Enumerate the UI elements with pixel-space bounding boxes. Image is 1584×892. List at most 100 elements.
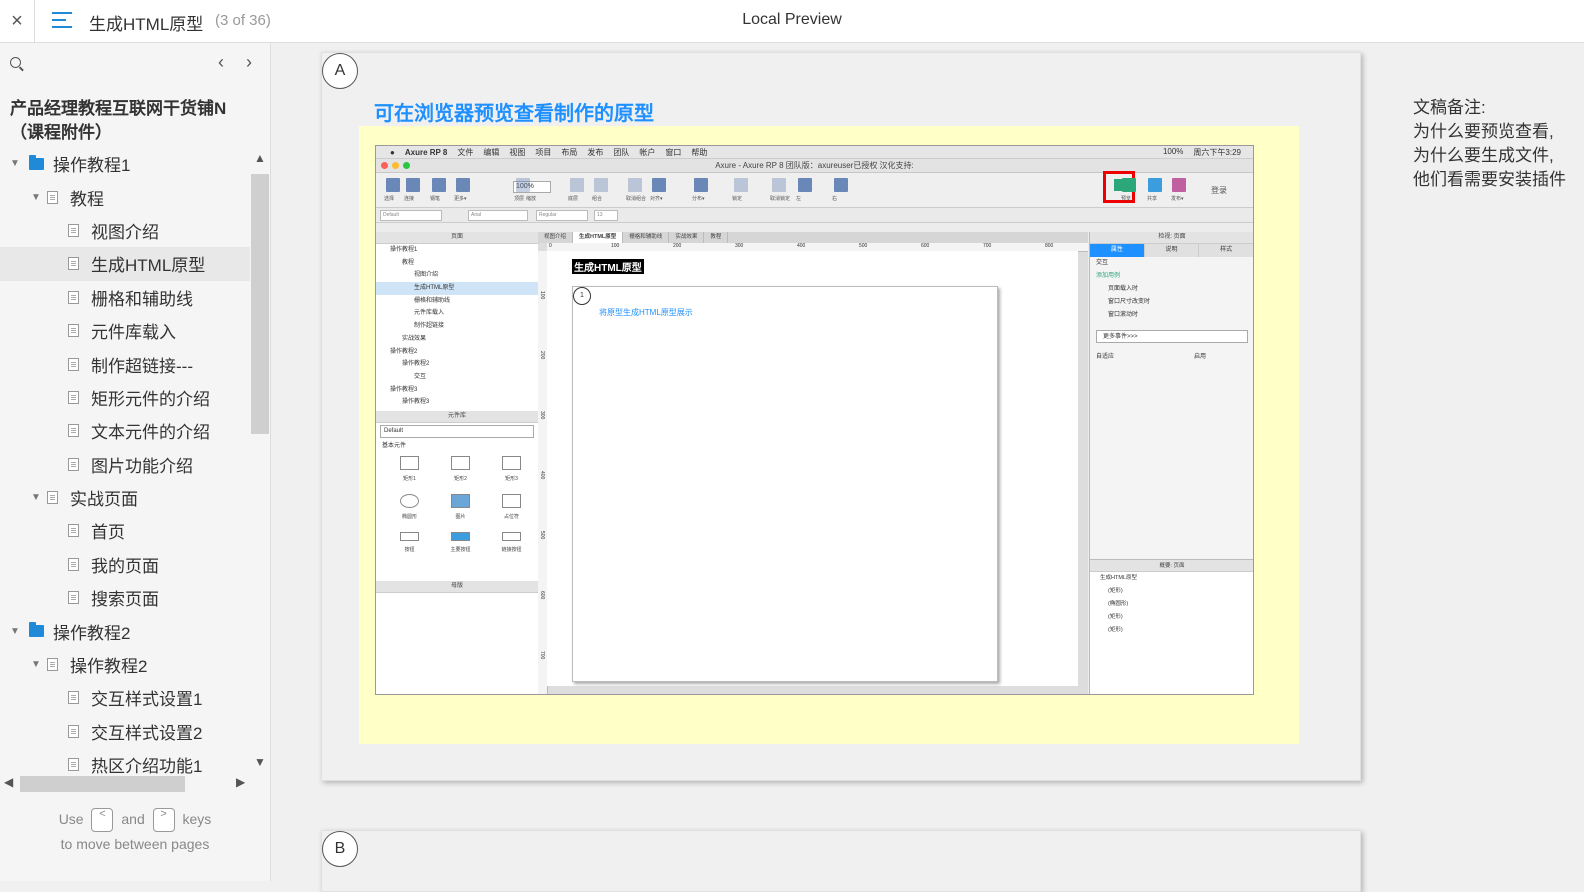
page-icon: [47, 658, 58, 672]
tree-item-label: 搜索页面: [91, 590, 159, 610]
component-icon: [451, 531, 470, 541]
hamburger-menu-icon[interactable]: [52, 12, 72, 30]
canvas-tab: 视图介绍: [538, 232, 574, 243]
tree-item[interactable]: 制作超链接---: [0, 347, 250, 380]
speaker-notes: 文稿备注: 为什么要预览查看, 为什么要生成文件, 他们看需要安装插件: [1413, 96, 1566, 192]
note-line: 为什么要生成文件,: [1413, 146, 1554, 165]
tree-item[interactable]: 文本元件的介绍: [0, 414, 250, 447]
format-field: Default: [380, 210, 442, 221]
library-panel-header: 元件库: [376, 410, 538, 423]
toolbar-tool-label: 对齐▾: [650, 196, 663, 202]
toolbar-tool-label: 取消锁定: [770, 196, 791, 202]
toolbar-right-label: 预览: [1121, 196, 1132, 202]
inspector-header: 检视: 页面: [1090, 232, 1253, 244]
canvas-page: 生成HTML原型 1 将原型生成HTML原型展示: [547, 251, 1078, 686]
toolbar-tool-label: 更多▾: [454, 196, 467, 202]
enable-label: 启用: [1194, 354, 1207, 360]
page-icon: [68, 257, 79, 271]
mac-menu-item: Axure RP 8: [404, 147, 448, 157]
ruler-tick: 0: [549, 243, 552, 249]
tree-item[interactable]: ▼ 操作教程2: [0, 648, 250, 681]
vertical-scrollbar[interactable]: ▲ ▼: [250, 147, 270, 769]
ruler-tick: 500: [859, 243, 868, 249]
event-list: 页面载入时 窗口尺寸改变时 窗口滚动时: [1090, 283, 1253, 322]
ruler-tick: 700: [983, 243, 992, 249]
page-icon: [68, 691, 79, 705]
caret-down-icon[interactable]: ▼: [10, 158, 22, 169]
component-item: 图片: [435, 493, 486, 520]
card-badge-b: B: [322, 831, 358, 867]
tree-item[interactable]: 交互样式设置2: [0, 715, 250, 748]
ruler-tick: 100: [539, 291, 545, 300]
tree-item[interactable]: 交互样式设置1: [0, 681, 250, 714]
outline-panel: 概要: 页面 生成HTML原型 (矩形) (椭圆形) (矩形) (矩形): [1090, 559, 1253, 694]
hint-line2: to move between pages: [60, 836, 210, 853]
page-icon: [68, 724, 79, 738]
tree-item[interactable]: 搜索页面: [0, 581, 250, 614]
tree-item[interactable]: ▼ 实战页面: [0, 481, 250, 514]
prev-page-button[interactable]: ‹: [218, 52, 224, 73]
caret-down-icon[interactable]: ▼: [10, 626, 22, 637]
page-icon: [68, 223, 79, 237]
ruler-tick: 600: [539, 591, 545, 600]
toolbar-tool-label: 钢笔: [430, 196, 441, 202]
component-label: 矩形1: [403, 475, 416, 482]
tree-item[interactable]: 矩形元件的介绍: [0, 381, 250, 414]
mock-page-item: 视图介绍: [414, 272, 439, 279]
page-title: 生成HTML原型: [89, 15, 204, 34]
component-item: 链接按钮: [486, 531, 537, 553]
tree-item[interactable]: 视图介绍: [0, 214, 250, 247]
tree-item[interactable]: ▼ 操作教程1: [0, 147, 250, 180]
scrollbar-thumb[interactable]: [251, 174, 269, 434]
canvas-title: 生成HTML原型: [572, 259, 644, 274]
tree-item[interactable]: 元件库载入: [0, 314, 250, 347]
library-group: 基本元件: [382, 442, 407, 449]
mock-page-item: 操作教程3: [402, 399, 430, 406]
page-icon: [68, 758, 79, 772]
caret-down-icon[interactable]: ▼: [31, 492, 43, 503]
next-page-button[interactable]: ›: [246, 52, 252, 73]
toolbar-tool-label: 选择: [384, 196, 395, 202]
search-icon[interactable]: [10, 57, 21, 68]
scroll-down-icon[interactable]: ▼: [254, 755, 266, 769]
tree-item-label: 元件库载入: [91, 323, 176, 343]
mock-page-item: 操作教程3: [390, 386, 418, 393]
scrollbar-thumb[interactable]: [20, 776, 185, 792]
close-icon: ×: [11, 9, 23, 32]
tree-item-label: 栅格和辅助线: [91, 289, 193, 309]
close-button[interactable]: ×: [0, 0, 35, 42]
toolbar-tool-icon: [628, 178, 642, 192]
navigation-hint: Use < and > keys to move between pages: [0, 807, 270, 857]
caret-down-icon[interactable]: ▼: [31, 659, 43, 670]
toolbar-tool-label: 左: [796, 196, 802, 202]
mock-page-item: 操作教程2: [402, 361, 430, 368]
scroll-right-icon[interactable]: ▶: [236, 775, 245, 789]
page-icon: [68, 457, 79, 471]
scroll-up-icon[interactable]: ▲: [254, 151, 266, 165]
canvas-tab: 生成HTML原型: [573, 232, 624, 243]
component-label: 按钮: [404, 546, 415, 553]
component-icon: [502, 531, 521, 541]
tree-item[interactable]: 图片功能介绍: [0, 448, 250, 481]
mac-menu-bar: ● Axure RP 8 文件 编辑 视图 项目 布局 发布 团队 帐户 窗口 帮助 100% 周六下午3…: [376, 146, 1253, 159]
canvas-tabs: 视图介绍 生成HTML原型 栅格和辅助线 实战效果 教程: [538, 232, 1088, 243]
tree-item[interactable]: ▼ 教程: [0, 180, 250, 213]
tree-item-label: 操作教程1: [53, 156, 131, 176]
tree-item[interactable]: ▼ 操作教程2: [0, 614, 250, 647]
inspector-tab: 样式: [1199, 244, 1253, 257]
horizontal-scrollbar[interactable]: ◀ ▶: [0, 773, 250, 793]
tree-item-label: 制作超链接---: [91, 356, 193, 376]
toolbar-tool-label: 组合: [592, 196, 603, 202]
caret-down-icon[interactable]: ▼: [31, 192, 43, 203]
scroll-left-icon[interactable]: ◀: [4, 775, 13, 789]
tree-item[interactable]: 首页: [0, 514, 250, 547]
toolbar-right-label: 登录: [1211, 186, 1227, 195]
tree-item[interactable]: 栅格和辅助线: [0, 281, 250, 314]
toolbar-right-icon: [1172, 178, 1186, 192]
tree-item-label: 生成HTML原型: [91, 256, 206, 276]
tree-item[interactable]: 生成HTML原型: [0, 247, 250, 281]
component-icon: [400, 531, 419, 541]
tree-item[interactable]: 我的页面: [0, 548, 250, 581]
toolbar-right-label: 发布▾: [1171, 196, 1184, 202]
toolbar-tool-icon: [694, 178, 708, 192]
